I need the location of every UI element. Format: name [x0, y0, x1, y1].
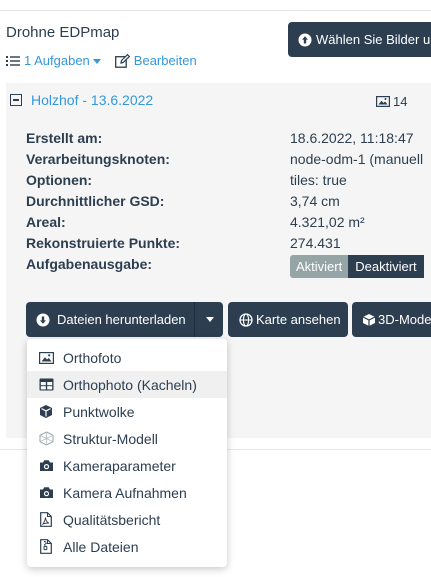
map-label: Karte ansehen	[256, 312, 341, 327]
toggle-deactivated[interactable]: Deaktiviert	[348, 255, 424, 278]
edit-project-link[interactable]: Bearbeiten	[114, 53, 197, 68]
chevron-down-icon	[92, 59, 101, 64]
chevron-down-icon[interactable]	[206, 317, 214, 322]
property-row: Optionen: tiles: true	[26, 170, 431, 191]
image-icon	[376, 96, 390, 107]
edit-label: Bearbeiten	[133, 53, 197, 68]
property-label: Rekonstruierte Punkte:	[26, 235, 181, 251]
property-value: 18.6.2022, 11:18:47	[290, 130, 414, 146]
property-row: Durchnittlicher GSD: 3,74 cm	[26, 191, 431, 212]
toggle-activated[interactable]: Aktiviert	[290, 255, 349, 278]
menu-item-label: Orthofoto	[63, 349, 122, 366]
property-row: Erstellt am: 18.6.2022, 11:18:47	[26, 128, 431, 149]
cube-icon	[362, 313, 376, 326]
property-label: Verarbeitungsknoten:	[26, 151, 170, 167]
project-title: Drohne EDPmap	[6, 24, 120, 41]
view-3d-model-button[interactable]: 3D-Mode	[352, 302, 431, 337]
task-name[interactable]: Holzhof - 13.6.2022	[31, 92, 153, 108]
view-map-button[interactable]: Karte ansehen	[228, 302, 348, 337]
menu-item-camera-shots[interactable]: Kamera Aufnahmen	[27, 479, 227, 506]
split-divider	[194, 302, 195, 337]
tasks-label: 1 Aufgaben	[24, 53, 90, 68]
download-menu: Orthofoto Orthophoto (Kacheln) Punktwolk…	[27, 339, 227, 567]
property-label: Areal:	[26, 214, 66, 230]
property-label: Erstellt am:	[26, 130, 103, 146]
model-label: 3D-Mode	[378, 312, 431, 327]
menu-item-orthophoto-tiles[interactable]: Orthophoto (Kacheln)	[27, 371, 227, 398]
pdf-file-icon	[38, 512, 54, 528]
menu-item-textured-model[interactable]: Struktur-Modell	[27, 425, 227, 452]
menu-item-label: Punktwolke	[63, 403, 135, 420]
property-value: 3,74 cm	[290, 193, 340, 209]
property-row: Areal: 4.321,02 m²	[26, 212, 431, 233]
menu-item-all-files[interactable]: Alle Dateien	[27, 533, 227, 560]
task-header[interactable]: Holzhof - 13.6.2022	[10, 92, 153, 108]
menu-item-point-cloud[interactable]: Punktwolke	[27, 398, 227, 425]
output-toggle[interactable]: Aktiviert Deaktiviert	[290, 255, 424, 278]
menu-item-label: Alle Dateien	[63, 538, 139, 555]
select-images-label: Wählen Sie Bilder un	[316, 32, 431, 47]
menu-item-label: Kamera Aufnahmen	[63, 484, 187, 501]
property-row: Verarbeitungsknoten: node-odm-1 (manuell	[26, 149, 431, 170]
property-row: Aufgabenausgabe: Aktiviert Deaktiviert	[26, 254, 431, 278]
cube-wireframe-icon	[38, 431, 54, 447]
list-icon	[6, 55, 20, 66]
camera-icon	[38, 458, 54, 474]
globe-icon	[239, 312, 253, 327]
menu-item-quality-report[interactable]: Qualitätsbericht	[27, 506, 227, 533]
project-toolbar: 1 Aufgaben Bearbeiten	[6, 53, 197, 68]
select-images-button[interactable]: Wählen Sie Bilder un	[288, 22, 431, 57]
download-circle-icon	[36, 313, 50, 326]
property-value: tiles: true	[290, 172, 347, 188]
image-icon	[38, 350, 54, 366]
property-row: Rekonstruierte Punkte: 274.431	[26, 233, 431, 254]
table-icon	[38, 377, 54, 393]
cube-icon	[38, 404, 54, 420]
upload-circle-icon	[298, 33, 312, 46]
download-files-button[interactable]: Dateien herunterladen	[26, 302, 223, 337]
menu-item-orthophoto[interactable]: Orthofoto	[27, 344, 227, 371]
property-value: 274.431	[290, 235, 341, 251]
edit-icon	[114, 53, 130, 68]
menu-item-label: Struktur-Modell	[63, 430, 158, 447]
tasks-toggle[interactable]: 1 Aufgaben	[6, 53, 101, 68]
download-label: Dateien herunterladen	[57, 312, 186, 327]
menu-item-label: Orthophoto (Kacheln)	[63, 376, 197, 393]
menu-item-label: Kameraparameter	[63, 457, 176, 474]
task-properties: Erstellt am: 18.6.2022, 11:18:47 Verarbe…	[26, 128, 431, 278]
property-label: Optionen:	[26, 172, 93, 188]
image-count-value: 14	[393, 94, 408, 109]
zip-file-icon	[38, 539, 54, 555]
property-label: Aufgabenausgabe:	[26, 256, 153, 272]
property-value: 4.321,02 m²	[290, 214, 365, 230]
camera-icon	[38, 485, 54, 501]
property-label: Durchnittlicher GSD:	[26, 193, 165, 209]
collapse-icon[interactable]	[10, 94, 22, 106]
menu-item-camera-parameters[interactable]: Kameraparameter	[27, 452, 227, 479]
image-count: 14	[376, 94, 407, 109]
property-value: node-odm-1 (manuell	[290, 151, 424, 167]
top-divider	[0, 10, 431, 11]
menu-item-label: Qualitätsbericht	[63, 511, 161, 528]
